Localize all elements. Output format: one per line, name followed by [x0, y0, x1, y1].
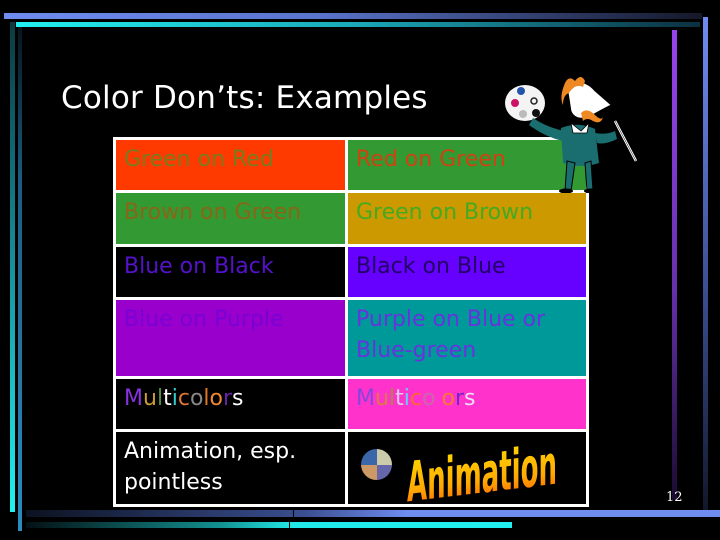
cell-text: Black on Blue	[356, 254, 506, 279]
frame-bar-left-outer	[10, 22, 15, 512]
table-cell-left: Blue on Black	[116, 247, 345, 297]
cell-text: Animation, esp. pointless	[124, 439, 297, 495]
multicolor-letter: r	[223, 386, 233, 411]
frame-bar-bottom-outer	[26, 510, 720, 517]
frame-bar-left-inner	[18, 27, 22, 531]
table-cell-left: Animation, esp. pointless	[116, 432, 345, 504]
frame-bar-top-outer	[4, 13, 702, 19]
frame-divider	[293, 508, 294, 519]
frame-bar-right-outer	[703, 17, 708, 517]
frame-bar-bottom-inner	[26, 522, 512, 528]
multicolor-letter: M	[356, 386, 375, 411]
cell-text: Red on Green	[356, 147, 506, 172]
multicolor-letter: t	[395, 386, 404, 411]
frame-bar-top-inner	[16, 22, 700, 27]
frame-divider	[289, 519, 290, 531]
painter-clipart-icon	[505, 77, 638, 193]
multicolor-letter: u	[374, 386, 389, 411]
cell-text: Brown on Green	[124, 200, 302, 225]
spinning-orb-icon	[361, 449, 392, 480]
table-cell-left: Blue on Purple	[116, 300, 345, 376]
multicolor-letter: c	[409, 386, 422, 411]
multicolor-letter: o	[209, 386, 223, 411]
multicolor-letter: c	[177, 386, 190, 411]
animation-wordart-text: Animation	[407, 434, 557, 503]
multicolor-letter: t	[163, 386, 172, 411]
multicolor-letter: o	[189, 386, 204, 411]
cell-text: Blue on Purple	[124, 307, 284, 332]
frame-bar-right-inner	[672, 30, 677, 500]
slide-number: 12	[666, 490, 683, 505]
multicolor-letter: r	[455, 386, 465, 411]
cell-text: Green on Red	[124, 147, 274, 172]
multicolor-letter: o	[441, 386, 455, 411]
multicolor-letter: s	[232, 386, 244, 411]
cell-text: Green on Brown	[356, 200, 534, 225]
multicolor-letter: o	[421, 386, 436, 411]
animation-wordart: Animation	[407, 434, 557, 503]
cell-text: Purple on Blue or Blue-green	[356, 307, 546, 363]
multicolor-letter: M	[124, 386, 143, 411]
table-cell-right: Green on Brown	[348, 193, 586, 244]
table-cell-left: Green on Red	[116, 140, 345, 190]
multicolor-letter: u	[142, 386, 157, 411]
table-cell-right: Black on Blue	[348, 247, 586, 297]
table-cell-right: Multicolors	[348, 379, 586, 429]
table-cell-left: Brown on Green	[116, 193, 345, 244]
table-cell-right: Purple on Blue or Blue-green	[348, 300, 586, 376]
multicolor-text: Multicolors	[124, 386, 244, 411]
multicolor-text: Multicolors	[356, 386, 476, 411]
multicolor-letter: s	[464, 386, 476, 411]
slide-title: Color Don’ts: Examples	[61, 80, 428, 116]
table-cell-left: Multicolors	[116, 379, 345, 429]
cell-text: Blue on Black	[124, 254, 274, 279]
